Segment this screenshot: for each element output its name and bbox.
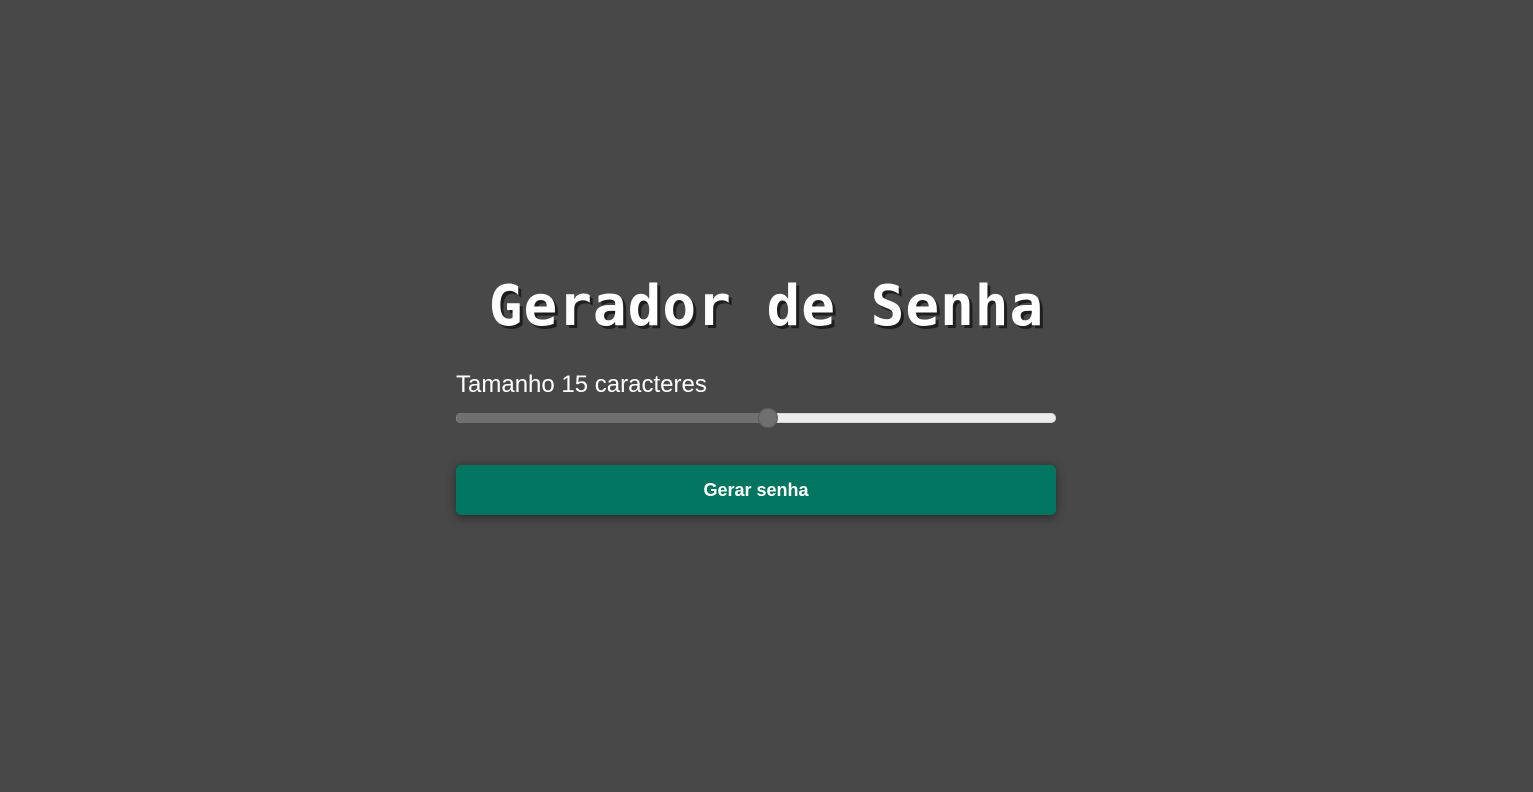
password-size-slider[interactable] [456,409,1056,427]
slider-thumb[interactable] [759,409,777,427]
page-title: Gerador de Senha [488,274,1045,339]
slider-fill [456,413,768,423]
password-size-value: 15 [561,371,589,398]
size-label-suffix: caracteres [594,371,707,398]
size-label-prefix: Tamanho [456,371,555,398]
slider-track[interactable] [456,413,1056,423]
password-size-label: Tamanho 15 caracteres [456,370,707,400]
generate-password-button[interactable]: Gerar senha [456,465,1056,515]
